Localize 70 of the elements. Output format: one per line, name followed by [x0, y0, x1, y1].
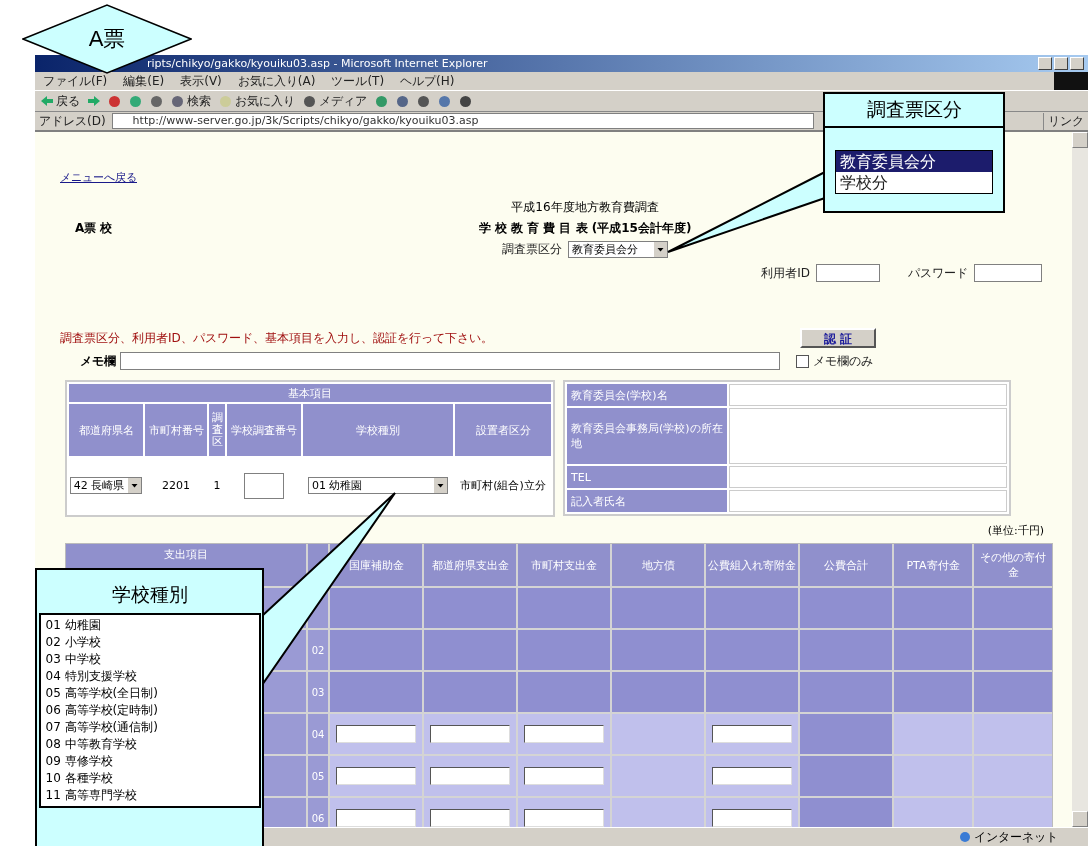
column-header: 市町村支出金	[518, 544, 610, 586]
auth-button[interactable]: 認 証	[800, 328, 876, 348]
column-header: 公費組入れ寄附金	[706, 544, 798, 586]
column-header: 公費合計	[800, 544, 892, 586]
toolbar-button[interactable]: 戻る	[41, 92, 80, 110]
list-item: 08 中等教育学校	[45, 736, 138, 753]
column-header: 都道府県支出金	[424, 544, 516, 586]
list-item: 03 中学校	[45, 651, 102, 668]
menu-item[interactable]: 表示(V)	[180, 72, 222, 90]
list-item: 05 高等学校(全日制)	[45, 685, 159, 702]
toolbar-button[interactable]: お気に入り	[219, 92, 295, 110]
menu-item[interactable]: お気に入り(A)	[237, 72, 316, 90]
column-header: その他の寄付金	[974, 544, 1052, 586]
table-cell: 03	[308, 672, 328, 712]
column-header: 設置者区分	[455, 404, 551, 456]
table-cell: 05	[308, 756, 328, 796]
list-option[interactable]: 教育委員会分	[836, 151, 992, 172]
row-label: 教育委員会事務局(学校)の所在地	[567, 408, 727, 464]
instruction-text: 調査票区分、利用者ID、パスワード、基本項目を入力し、認証を行って下さい。	[60, 329, 494, 347]
password-label: パスワード	[908, 264, 968, 282]
list-item: 10 各種学校	[45, 770, 114, 787]
list-item: 04 特別支援学校	[45, 668, 138, 685]
address-field[interactable]: http://www-server.go.jp/3k/Scripts/chikyo/gakko/kyouiku03.asp	[111, 113, 814, 129]
list-item: 11 高等専門学校	[45, 787, 138, 804]
column-header: 学校種別	[303, 404, 453, 456]
unit-label: (単位:千円)	[987, 523, 1044, 538]
table-cell: 06	[308, 798, 328, 827]
table-cell: 1	[213, 479, 221, 492]
toolbar-button[interactable]: メディア	[303, 92, 367, 110]
window-title: ripts/chikyo/gakko/kyouiku03.asp - Microsoft Internet Explorer	[147, 57, 488, 70]
table-cell: 2201	[162, 479, 190, 492]
form-code: A票 校	[75, 220, 114, 237]
back-link[interactable]: メニューへ戻る	[60, 170, 137, 185]
list-item: 07 高等学校(通信制)	[45, 719, 159, 736]
callout-title: 調査票区分	[825, 94, 1003, 128]
table-cell: 04	[308, 714, 328, 754]
table-cell: 02	[308, 630, 328, 670]
dropdown[interactable]: 42 長崎県	[69, 477, 143, 494]
toolbar-button[interactable]: 検索	[171, 92, 211, 110]
list-box[interactable]: 教育委員会分 学校分	[835, 150, 993, 194]
user-id-label: 利用者ID	[761, 264, 810, 282]
column-header: 調査区	[209, 404, 225, 456]
menu-item[interactable]: ツール(T)	[331, 72, 385, 90]
table-cell: 市町村(組合)立分	[460, 478, 546, 493]
address-label: アドレス(D)	[39, 112, 106, 130]
menu-item[interactable]: 編集(E)	[123, 72, 165, 90]
list-item: 09 専修学校	[45, 753, 114, 770]
row-label: 記入者氏名	[567, 490, 727, 512]
column-header: PTA寄付金	[894, 544, 972, 586]
checkbox-label: メモ欄のみ	[813, 352, 873, 370]
menu-item[interactable]: ファイル(F)	[43, 72, 108, 90]
column-header: 学校調査番号	[227, 404, 301, 456]
list-item: 02 小学校	[45, 634, 102, 651]
menu-item[interactable]: ヘルプ(H)	[400, 72, 455, 90]
memo-label: メモ欄	[80, 352, 116, 370]
column-header: 市町村番号	[145, 404, 207, 456]
dropdown[interactable]: 01 幼稚園	[308, 477, 448, 494]
column-header: 都道府県名	[69, 404, 143, 456]
row-label: 教育委員会(学校)名	[567, 384, 727, 406]
list-item: 01 幼稚園	[45, 617, 102, 634]
row-label: TEL	[567, 466, 727, 488]
division-label: 調査票区分	[502, 241, 562, 258]
survey-title: 平成16年度地方教育費調査	[511, 199, 659, 216]
table-title: 学 校 教 育 費 目 表 (平成15会計年度)	[478, 220, 692, 237]
column-header: 地方債	[612, 544, 704, 586]
links-label[interactable]: リンク	[1043, 112, 1084, 130]
table-header: 基本項目	[69, 384, 551, 402]
list-item: 06 高等学校(定時制)	[45, 702, 159, 719]
zone-label: インターネット	[974, 828, 1058, 846]
division-select[interactable]: 教育委員会分	[568, 241, 668, 258]
